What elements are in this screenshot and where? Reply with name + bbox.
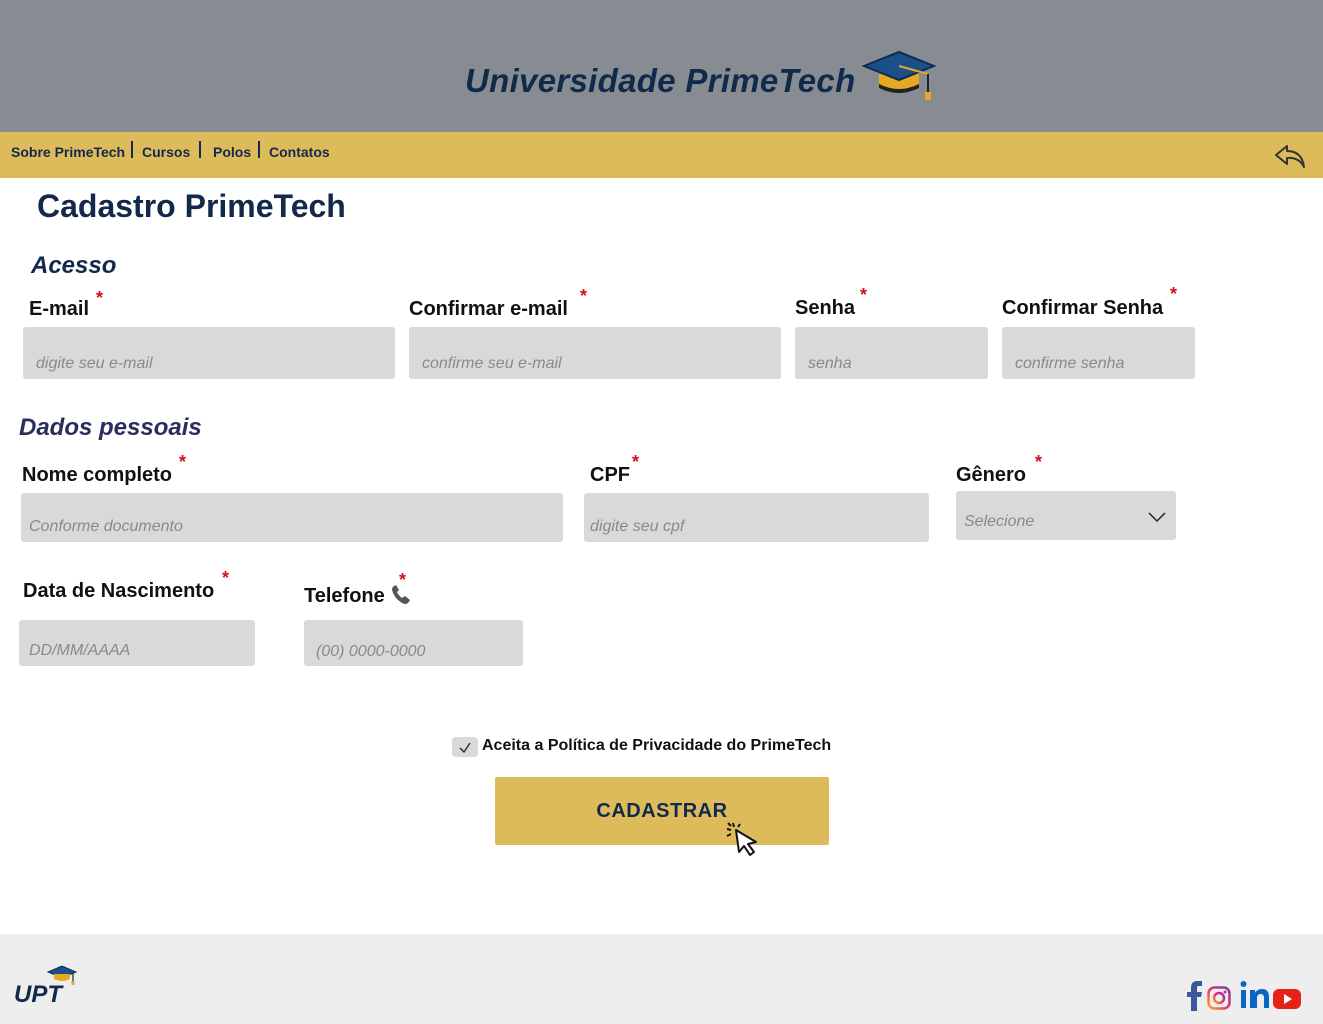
confirm-password-label: Confirmar Senha (1002, 297, 1164, 319)
nav-item-cursos[interactable]: Cursos (142, 144, 190, 160)
email-label: E-mail (29, 298, 90, 320)
upt-logo[interactable]: UPT (14, 962, 80, 1008)
password-field[interactable]: senha (795, 327, 988, 379)
graduation-cap-icon (862, 50, 936, 100)
nav-divider (131, 141, 133, 158)
site-footer: UPT (0, 934, 1323, 1024)
full-name-label: Nome completo (22, 464, 173, 486)
submit-button[interactable]: CADASTRAR (495, 777, 829, 845)
upt-logo-text: UPT (14, 981, 64, 1008)
required-marker: * (222, 568, 230, 588)
chevron-down-icon (1148, 512, 1166, 523)
confirm-email-field[interactable]: confirme seu e-mail (409, 327, 781, 379)
nav-item-contatos[interactable]: Contatos (269, 144, 330, 160)
phone-field[interactable]: (00) 0000-0000 (304, 620, 523, 666)
phone-label: Telefone (304, 585, 385, 607)
confirm-password-placeholder: confirme senha (1015, 355, 1125, 372)
email-field[interactable]: digite seu e-mail (23, 327, 395, 379)
confirm-email-label: Confirmar e-mail (409, 298, 568, 320)
instagram-icon[interactable] (1207, 986, 1231, 1010)
phone-icon (392, 585, 410, 604)
phone-placeholder: (00) 0000-0000 (316, 643, 426, 660)
required-marker: * (580, 286, 588, 306)
nav-divider (199, 141, 201, 158)
section-title-acesso: Acesso (31, 252, 117, 279)
full-name-field[interactable]: Conforme documento (21, 493, 563, 542)
birth-date-placeholder: DD/MM/AAAA (29, 642, 131, 659)
required-marker: * (179, 452, 187, 472)
privacy-checkbox[interactable] (452, 737, 478, 757)
nav-divider (258, 141, 260, 158)
reply-arrow-icon[interactable] (1273, 142, 1307, 170)
required-marker: * (1035, 452, 1043, 472)
cpf-field[interactable]: digite seu cpf (584, 493, 929, 542)
page-title: Cadastro PrimeTech (37, 188, 346, 224)
password-placeholder: senha (808, 355, 852, 372)
gender-selected-value: Selecione (964, 513, 1035, 530)
password-label: Senha (795, 297, 856, 319)
gender-label: Gênero (956, 464, 1027, 486)
site-title: Universidade PrimeTech (465, 62, 856, 99)
required-marker: * (632, 452, 640, 472)
privacy-label: Aceita a Política de Privacidade do Prim… (482, 737, 832, 754)
main-nav: Sobre PrimeTech Cursos Polos Contatos (0, 132, 1323, 178)
required-marker: * (96, 288, 104, 308)
facebook-icon[interactable] (1186, 980, 1204, 1012)
confirm-email-placeholder: confirme seu e-mail (422, 355, 562, 372)
gender-select[interactable]: Selecione (956, 491, 1176, 540)
youtube-icon[interactable] (1273, 988, 1301, 1010)
checkmark-icon (459, 742, 471, 754)
confirm-password-field[interactable]: confirme senha (1002, 327, 1195, 379)
full-name-placeholder: Conforme documento (29, 518, 183, 535)
required-marker: * (1170, 284, 1178, 304)
click-cursor-icon (726, 822, 757, 856)
linkedin-icon[interactable] (1240, 980, 1270, 1010)
cpf-label: CPF (590, 464, 630, 486)
nav-item-polos[interactable]: Polos (213, 144, 251, 160)
section-title-dados-pessoais: Dados pessoais (19, 414, 202, 441)
site-header: Universidade PrimeTech (0, 0, 1323, 132)
cpf-placeholder: digite seu cpf (590, 518, 685, 535)
nav-item-sobre[interactable]: Sobre PrimeTech (11, 144, 125, 160)
birth-date-label: Data de Nascimento (23, 580, 215, 602)
required-marker: * (860, 285, 868, 305)
email-placeholder: digite seu e-mail (36, 355, 153, 372)
birth-date-field[interactable]: DD/MM/AAAA (19, 620, 255, 666)
